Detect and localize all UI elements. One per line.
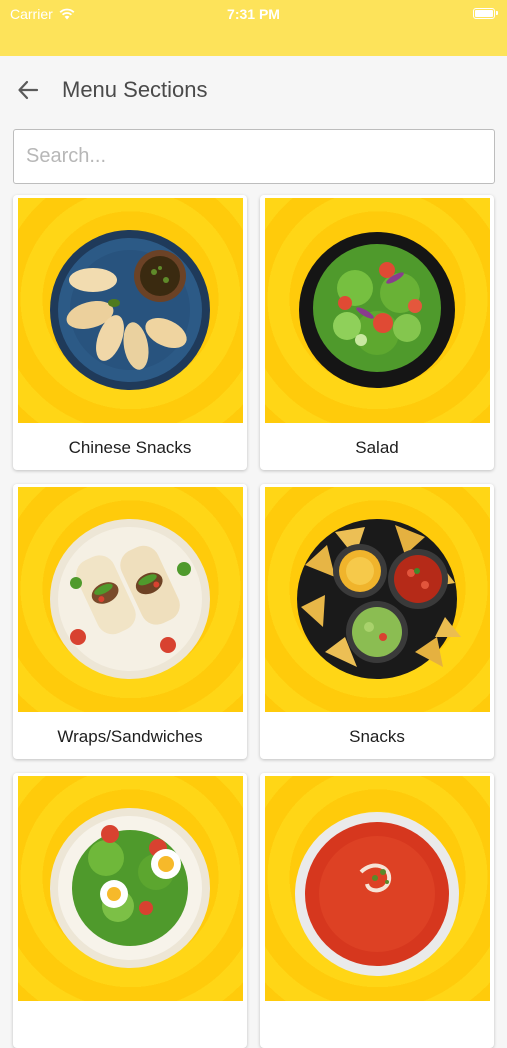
status-bar: Carrier 7:31 PM bbox=[0, 0, 507, 56]
menu-sections-grid: Chinese Snacks Salad Wraps/Sandwiches Sn… bbox=[13, 195, 495, 1048]
back-button[interactable] bbox=[12, 74, 44, 106]
battery-icon bbox=[473, 8, 498, 19]
menu-section-label: Wraps/Sandwiches bbox=[57, 726, 203, 746]
menu-section-card[interactable]: Wraps/Sandwiches bbox=[13, 484, 247, 759]
menu-section-label: Snacks bbox=[349, 726, 405, 746]
menu-section-label: Salad bbox=[355, 437, 399, 457]
wraps-plate-image bbox=[18, 487, 243, 712]
menu-section-card[interactable]: Chinese Snacks bbox=[13, 195, 247, 470]
status-time: 7:31 PM bbox=[227, 6, 280, 22]
menu-section-card[interactable]: Snacks bbox=[260, 484, 494, 759]
egg-salad-plate-image bbox=[18, 776, 243, 1001]
menu-section-card[interactable] bbox=[13, 773, 247, 1048]
page-title: Menu Sections bbox=[62, 77, 208, 102]
menu-section-card[interactable] bbox=[260, 773, 494, 1048]
tomato-soup-bowl-image bbox=[265, 776, 490, 1001]
green-salad-bowl-image bbox=[265, 198, 490, 423]
menu-section-label bbox=[13, 1003, 247, 1048]
search-field[interactable] bbox=[13, 129, 495, 184]
dumplings-plate-image bbox=[18, 198, 243, 423]
nav-bar: Menu Sections bbox=[0, 56, 507, 124]
search-input[interactable] bbox=[14, 130, 494, 183]
menu-section-label: Chinese Snacks bbox=[68, 437, 192, 457]
arrow-left-icon bbox=[18, 80, 39, 100]
nachos-dips-plate-image bbox=[265, 487, 490, 712]
menu-section-card[interactable]: Salad bbox=[260, 195, 494, 470]
menu-section-label bbox=[260, 1003, 494, 1048]
